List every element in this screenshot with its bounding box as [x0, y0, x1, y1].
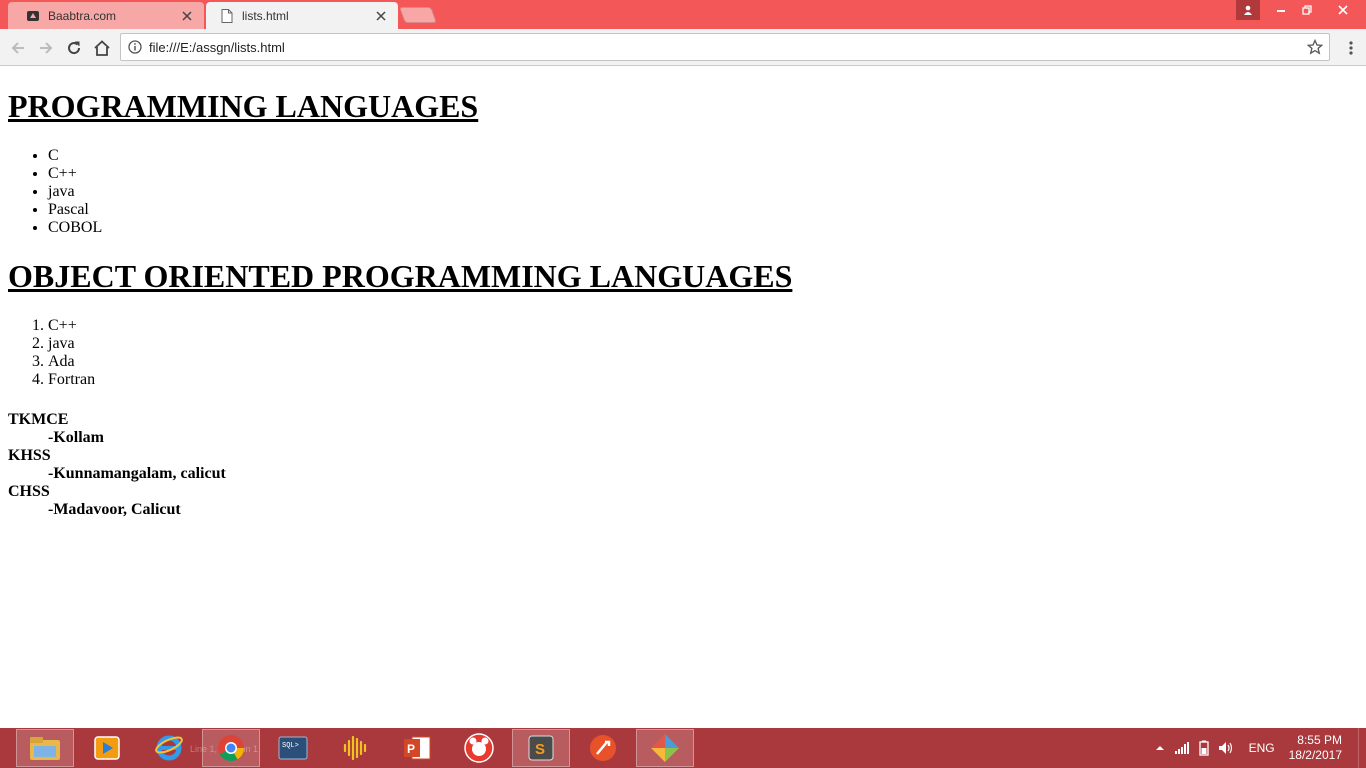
home-icon[interactable] [90, 36, 114, 60]
show-desktop-button[interactable] [1358, 728, 1366, 768]
tab-title: Baabtra.com [48, 8, 117, 23]
baabtra-favicon-icon [26, 9, 40, 23]
window-close-icon[interactable] [1320, 0, 1366, 20]
filezilla-icon[interactable] [574, 729, 632, 767]
list-item: java [48, 335, 1358, 353]
svg-text:SQL>: SQL> [282, 742, 299, 750]
info-icon[interactable] [121, 34, 149, 60]
minimize-icon[interactable] [1268, 0, 1294, 20]
forward-arrow-icon[interactable] [34, 36, 58, 60]
taskbar-clock[interactable]: 8:55 PM 18/2/2017 [1289, 733, 1342, 763]
schools-definition-list: TKMCE -Kollam KHSS -Kunnamangalam, calic… [8, 411, 1358, 519]
definition-description: -Kunnamangalam, calicut [48, 465, 226, 482]
chrome-icon[interactable] [202, 729, 260, 767]
oop-languages-list: C++ java Ada Fortran [8, 317, 1358, 389]
list-item: C++ [48, 317, 1358, 335]
audio-waveform-icon[interactable] [326, 729, 384, 767]
media-player-icon[interactable] [78, 729, 136, 767]
definition-description: -Kollam [48, 429, 104, 446]
windows-taskbar: Line 1, Column 1 SQL> P S [0, 728, 1366, 768]
git-icon[interactable] [636, 729, 694, 767]
list-item: Fortran [48, 371, 1358, 389]
tab-baabtra[interactable]: Baabtra.com [8, 2, 204, 29]
bookmark-star-icon[interactable] [1301, 34, 1329, 60]
back-arrow-icon[interactable] [6, 36, 30, 60]
volume-speaker-icon[interactable] [1217, 739, 1235, 757]
reload-icon[interactable] [62, 36, 86, 60]
list-item: Pascal [48, 201, 1358, 219]
heading-programming-languages: PROGRAMMING LANGUAGES [8, 88, 479, 124]
internet-explorer-icon[interactable] [140, 729, 198, 767]
sql-plus-icon[interactable]: SQL> [264, 729, 322, 767]
user-profile-icon[interactable] [1236, 0, 1260, 20]
svg-text:P: P [407, 742, 415, 756]
svg-text:S: S [535, 741, 545, 758]
clock-time: 8:55 PM [1297, 733, 1342, 747]
input-language-indicator[interactable]: ENG [1249, 741, 1275, 755]
game-center-icon[interactable] [450, 729, 508, 767]
new-tab-button[interactable] [399, 7, 437, 23]
definition-term: TKMCE [8, 411, 69, 428]
close-icon[interactable] [180, 9, 194, 23]
sublime-text-icon[interactable]: S [512, 729, 570, 767]
menu-kebab-icon[interactable] [1344, 38, 1358, 58]
clock-date: 18/2/2017 [1288, 748, 1342, 762]
system-tray: ENG 8:55 PM 18/2/2017 [1149, 728, 1366, 768]
start-button[interactable] [0, 728, 15, 768]
list-item: Ada [48, 353, 1358, 371]
tab-title: lists.html [242, 8, 289, 23]
show-hidden-icons-chevron-up-icon[interactable] [1151, 739, 1169, 757]
page-content: PROGRAMMING LANGUAGES C C++ java Pascal … [0, 67, 1366, 728]
heading-oop-languages: OBJECT ORIENTED PROGRAMMING LANGUAGES [8, 258, 793, 294]
list-item: C++ [48, 165, 1358, 183]
definition-description: -Madavoor, Calicut [48, 501, 181, 518]
browser-toolbar: file:///E:/assgn/lists.html [0, 29, 1366, 66]
tab-lists-html[interactable]: lists.html [206, 2, 398, 29]
restore-icon[interactable] [1294, 0, 1320, 20]
powerpoint-icon[interactable]: P [388, 729, 446, 767]
document-icon [220, 8, 234, 23]
address-url[interactable]: file:///E:/assgn/lists.html [149, 40, 1301, 55]
definition-term: CHSS [8, 483, 50, 500]
battery-icon[interactable] [1195, 739, 1213, 757]
programming-languages-list: C C++ java Pascal COBOL [8, 147, 1358, 237]
window-controls [1236, 0, 1366, 20]
list-item: C [48, 147, 1358, 165]
file-explorer-icon[interactable] [16, 729, 74, 767]
browser-titlebar: Baabtra.com lists.html [0, 0, 1366, 29]
list-item: java [48, 183, 1358, 201]
network-signal-icon[interactable] [1173, 739, 1191, 757]
address-bar[interactable]: file:///E:/assgn/lists.html [120, 33, 1330, 61]
list-item: COBOL [48, 219, 1358, 237]
close-icon[interactable] [374, 9, 388, 23]
definition-term: KHSS [8, 447, 51, 464]
